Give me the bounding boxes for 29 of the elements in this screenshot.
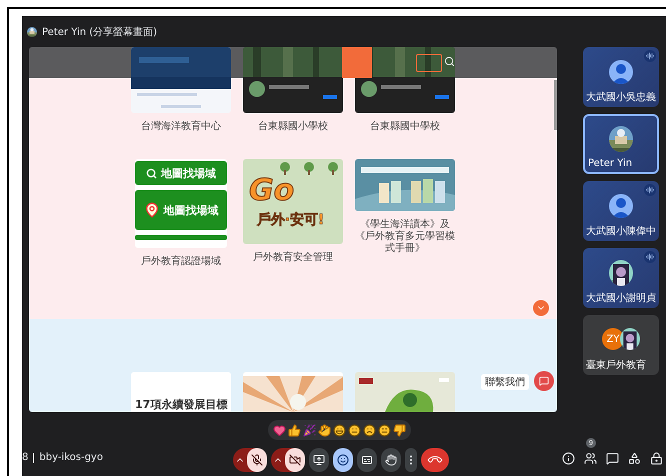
map-banner[interactable]: 地圖找場域 地圖找場域 (135, 159, 227, 248)
card-caption[interactable]: 台東縣國小學校 (258, 121, 328, 133)
participant-name: 臺東戶外教育 (586, 358, 646, 372)
site-card[interactable]: 17項永續發展目標 (131, 372, 231, 412)
participant-name: 大武國小陳偉中 (586, 224, 656, 238)
poster-subtitle: 戶外‧安可! (257, 211, 324, 229)
avatar-initials: ZY (602, 328, 624, 350)
participant-name: Peter Yin (588, 158, 632, 169)
contact-button[interactable]: 聯繫我們 (481, 374, 529, 390)
participant-tile[interactable]: 大武國小陳偉中 (583, 181, 659, 241)
meeting-time: 8 (22, 452, 28, 463)
card-caption[interactable]: 台東縣國中學校 (370, 121, 440, 133)
card-caption[interactable]: 台灣海洋教育中心 (141, 121, 221, 133)
safety-poster[interactable]: Go 戶外‧安可! (243, 159, 343, 244)
participant-tile[interactable]: 大武國小謝明貞 (583, 248, 659, 308)
banner-text: 地圖找場域 (161, 166, 216, 180)
participant-tile[interactable]: 大武國小吳忠義 (583, 47, 659, 107)
participant-tile[interactable]: Peter Yin (583, 114, 659, 174)
banner-text: 地圖找場域 (164, 202, 218, 218)
card-caption[interactable]: 戶外教育認證場域 (141, 256, 221, 268)
participant-tile[interactable]: ZY 臺東戶外教育 (583, 315, 659, 375)
card-caption[interactable]: 《學生海洋讀本》及《戶外教育多元學習模式手冊》 (355, 219, 455, 255)
meeting-code: bby-ikos-gyo (39, 452, 103, 463)
presenter-label: Peter Yin (分享螢幕畫面) (42, 26, 158, 38)
card-caption[interactable]: 戶外教育安全管理 (253, 252, 333, 264)
participant-name: 大武國小謝明貞 (586, 292, 656, 305)
card-headline: 17項永續發展目標 (135, 397, 228, 412)
participant-name: 大武國小吳忠義 (586, 90, 656, 104)
poster-title: Go (249, 173, 294, 208)
